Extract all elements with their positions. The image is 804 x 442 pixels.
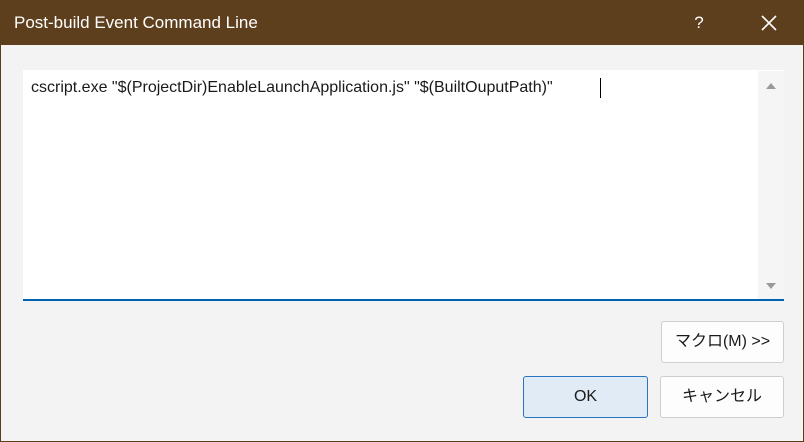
help-icon[interactable]: ? [679, 7, 719, 39]
command-line-textbox[interactable]: cscript.exe "$(ProjectDir)EnableLaunchAp… [23, 70, 784, 301]
post-build-dialog: Post-build Event Command Line ? cscript.… [0, 0, 804, 442]
close-icon[interactable] [749, 7, 789, 39]
scroll-up-arrow-icon[interactable] [758, 73, 784, 97]
command-line-text[interactable]: cscript.exe "$(ProjectDir)EnableLaunchAp… [31, 78, 553, 98]
dialog-title: Post-build Event Command Line [14, 13, 258, 32]
ok-button[interactable]: OK [523, 376, 648, 418]
macros-button[interactable]: マクロ(M) >> [661, 321, 784, 363]
vertical-scrollbar[interactable] [758, 71, 784, 299]
text-caret [600, 78, 601, 98]
title-bar: Post-build Event Command Line ? [1, 1, 803, 45]
scroll-down-arrow-icon[interactable] [758, 274, 784, 298]
cancel-button[interactable]: キャンセル [660, 376, 784, 418]
